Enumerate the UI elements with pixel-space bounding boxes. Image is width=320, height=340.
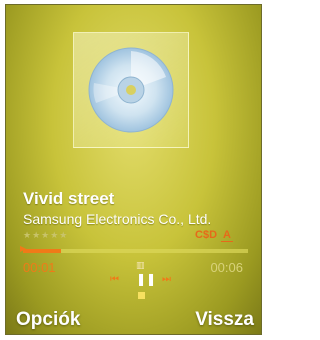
track-artist: Samsung Electronics Co., Ltd.: [23, 211, 212, 227]
skip-previous-icon[interactable]: ⏮: [110, 274, 119, 285]
pause-icon[interactable]: ❚❚: [136, 272, 156, 286]
volume-up-icon[interactable]: ▥: [136, 260, 145, 271]
track-title: Vivid street: [23, 189, 115, 208]
playback-controls: ▥ ⏮ ❚❚ ⏭: [110, 260, 171, 310]
progress-fill: [23, 249, 61, 253]
rating-stars[interactable]: ★★★★★: [23, 230, 68, 241]
current-time: 00:01: [23, 260, 56, 275]
repeat-icon[interactable]: A: [221, 229, 233, 242]
skip-next-icon[interactable]: ⏭: [162, 274, 171, 285]
mode-icons: C$D A: [195, 229, 233, 242]
music-player-screen: Vivid street Samsung Electronics Co., Lt…: [5, 4, 262, 335]
back-softkey[interactable]: Vissza: [195, 309, 254, 331]
options-softkey[interactable]: Opciók: [16, 309, 80, 331]
shuffle-icon[interactable]: C$D: [195, 229, 217, 242]
stop-icon[interactable]: [138, 292, 145, 299]
album-art: [73, 32, 189, 148]
total-time: 00:06: [210, 260, 243, 275]
cd-icon: [88, 47, 174, 133]
progress-bar[interactable]: [23, 249, 248, 253]
